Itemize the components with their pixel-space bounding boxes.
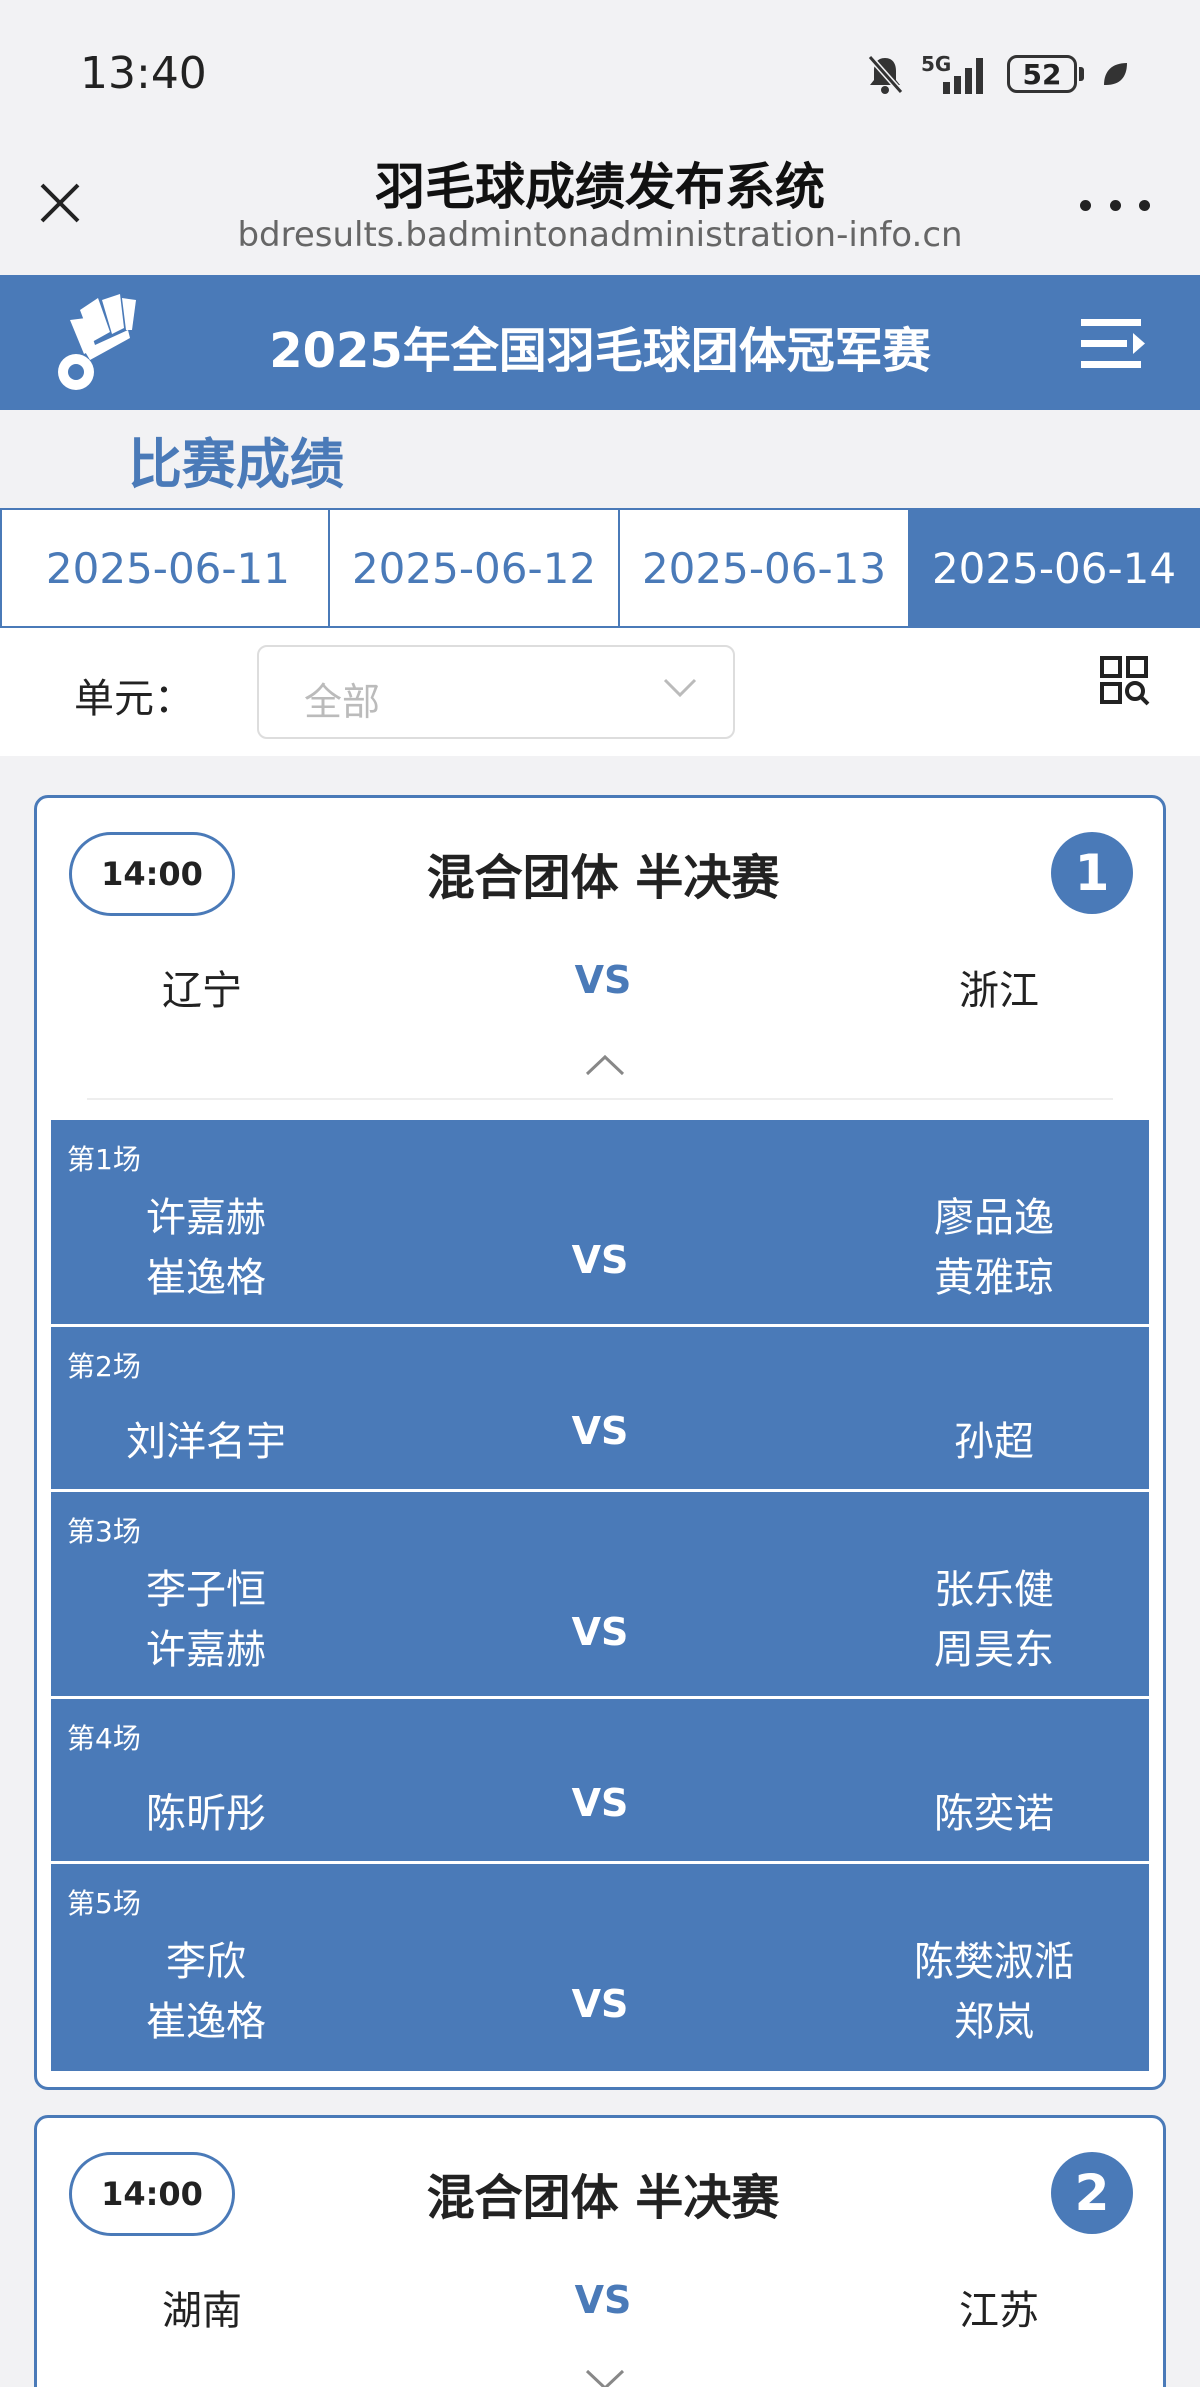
game-label: 第3场 — [67, 1515, 141, 1548]
game-row: 第3场 李子恒 许嘉赫 VS 张乐健 周昊东 — [51, 1492, 1149, 1699]
player-right: 张乐健 — [934, 1567, 1054, 1613]
chevron-down-icon[interactable] — [585, 2368, 625, 2387]
match-card: 14:00 混合团体 半决赛 1 辽宁 VS 浙江 第1场 许嘉赫 崔逸格 VS… — [34, 795, 1166, 2090]
battery-icon: 52 — [1007, 55, 1084, 93]
page-title: 比赛成绩 — [128, 433, 344, 496]
status-icons: 5G 52 — [865, 52, 1130, 96]
site-header: 2025年全国羽毛球团体冠军赛 — [0, 275, 1200, 410]
player-right: 黄雅琼 — [934, 1255, 1054, 1301]
player-right: 陈奕诺 — [934, 1791, 1054, 1837]
bell-muted-icon — [867, 55, 904, 94]
game-label: 第4场 — [67, 1722, 141, 1755]
game-row: 第4场 陈昕彤 VS 陈奕诺 — [51, 1699, 1149, 1864]
games-list: 第1场 许嘉赫 崔逸格 VS 廖品逸 黄雅琼 第2场 刘洋名宇 VS 孙超 第3… — [51, 1120, 1149, 2071]
player-right: 孙超 — [954, 1419, 1034, 1465]
game-row: 第1场 许嘉赫 崔逸格 VS 廖品逸 黄雅琼 — [51, 1120, 1149, 1327]
unit-select[interactable]: 全部 — [257, 645, 735, 739]
signal-icon: 5G — [921, 52, 991, 96]
qr-search-icon[interactable] — [1100, 656, 1150, 706]
site-title: 2025年全国羽毛球团体冠军赛 — [269, 323, 931, 379]
player-right: 廖品逸 — [934, 1195, 1054, 1241]
game-label: 第5场 — [67, 1887, 141, 1920]
more-dot-icon — [1080, 199, 1091, 211]
team-right: 浙江 — [959, 968, 1039, 1014]
browser-title-bar: 羽毛球成绩发布系统 bdresults.badmintonadministrat… — [0, 135, 1200, 275]
status-bar: 13:40 5G 52 — [0, 0, 1200, 135]
player-left: 李子恒 — [146, 1567, 266, 1613]
tab-date-2025-06-11[interactable]: 2025-06-11 — [2, 510, 330, 626]
more-options-button[interactable] — [1080, 185, 1150, 225]
event-title: 混合团体 半决赛 — [426, 2170, 780, 2226]
chevron-down-icon — [663, 678, 697, 698]
browser-url: bdresults.badmintonadministration-info.c… — [237, 215, 963, 255]
player-right: 陈樊淑湉 — [914, 1939, 1074, 1985]
game-label: 第2场 — [67, 1350, 141, 1383]
date-tabs: 2025-06-11 2025-06-12 2025-06-13 2025-06… — [0, 508, 1200, 628]
battery-level: 52 — [1007, 55, 1077, 93]
tab-date-2025-06-13[interactable]: 2025-06-13 — [620, 510, 910, 626]
game-row: 第2场 刘洋名宇 VS 孙超 — [51, 1327, 1149, 1492]
tab-date-2025-06-12[interactable]: 2025-06-12 — [330, 510, 620, 626]
game-row: 第5场 李欣 崔逸格 VS 陈樊淑湉 郑岚 — [51, 1864, 1149, 2071]
divider — [87, 1098, 1113, 1100]
status-time: 13:40 — [80, 48, 207, 99]
player-left: 许嘉赫 — [146, 1195, 266, 1241]
player-left: 李欣 — [166, 1939, 246, 1985]
match-card: 14:00 混合团体 半决赛 2 湖南 VS 江苏 — [34, 2115, 1166, 2387]
leaf-icon — [1104, 63, 1127, 85]
chevron-up-icon[interactable] — [585, 1053, 625, 1077]
game-label: 第1场 — [67, 1143, 141, 1176]
tab-date-2025-06-14[interactable]: 2025-06-14 — [910, 510, 1198, 626]
filter-label: 单元： — [74, 676, 194, 722]
more-dot-icon — [1139, 199, 1150, 211]
unit-select-value: 全部 — [304, 680, 381, 724]
match-number-badge: 1 — [1051, 832, 1133, 914]
browser-title: 羽毛球成绩发布系统 — [375, 158, 825, 216]
more-dot-icon — [1109, 199, 1121, 211]
event-title: 混合团体 半决赛 — [426, 850, 780, 906]
player-right: 周昊东 — [934, 1627, 1054, 1673]
menu-icon[interactable] — [1081, 317, 1145, 371]
team-right: 江苏 — [959, 2288, 1039, 2334]
filter-row: 单元： 全部 — [0, 628, 1200, 756]
match-number-badge: 2 — [1051, 2152, 1133, 2234]
player-right: 郑岚 — [954, 1999, 1034, 2045]
